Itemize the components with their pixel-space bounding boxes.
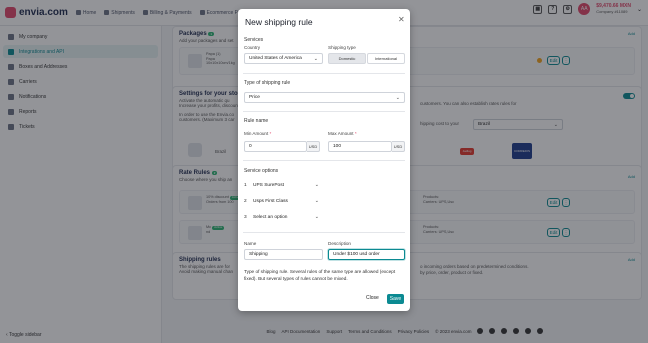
chevron-down-icon: ⌄ [314, 182, 319, 188]
close-icon[interactable]: ✕ [398, 16, 405, 24]
modal-title: New shipping rule [245, 17, 313, 27]
international-option[interactable]: International [367, 53, 405, 64]
max-amount-label: Max Amount * [328, 131, 357, 136]
rule-type-note: Type of shipping rule. Several rules of … [244, 269, 396, 281]
name-input[interactable]: Shipping [244, 249, 323, 260]
min-amount-input[interactable]: 0 [244, 141, 307, 152]
chevron-down-icon: ⌄ [314, 198, 319, 204]
services-section-title: Services [244, 37, 264, 43]
new-shipping-rule-modal: New shipping rule ✕ Services Country Uni… [238, 9, 410, 311]
max-amount-input[interactable]: 100 [328, 141, 392, 152]
chevron-down-icon: ⌄ [314, 214, 319, 220]
service-number: 2 [244, 199, 247, 204]
type-section-title: Type of shipping rule [244, 80, 291, 86]
save-button[interactable]: Save [387, 294, 404, 304]
min-amount-label: Min Amount * [244, 131, 272, 136]
service-number: 3 [244, 215, 247, 220]
service-select-2[interactable]: Usps First Class ⌄ [249, 196, 323, 207]
service-select-1[interactable]: UPS SurePost ⌄ [249, 180, 323, 191]
close-button[interactable]: Close [366, 295, 379, 301]
service-number: 1 [244, 183, 247, 188]
shipping-type-label: Shipping type [328, 45, 356, 50]
rule-name-section-title: Rule name [244, 118, 269, 124]
domestic-option[interactable]: Domestic [328, 53, 366, 64]
service-select-3[interactable]: Select an option ⌄ [249, 212, 323, 223]
name-label: Name [244, 241, 257, 246]
min-currency-addon: USD [307, 141, 320, 152]
chevron-down-icon: ⌄ [395, 95, 400, 101]
service-options-section-title: Service options [244, 168, 279, 174]
max-currency-addon: USD [392, 141, 405, 152]
country-label: Country [244, 45, 261, 50]
rule-type-select[interactable]: Price ⌄ [244, 92, 405, 103]
country-select[interactable]: United States of America ⌄ [244, 53, 323, 64]
description-input[interactable]: Under $100 usd order [328, 249, 405, 260]
chevron-down-icon: ⌄ [313, 56, 318, 62]
description-label: Description [328, 241, 351, 246]
